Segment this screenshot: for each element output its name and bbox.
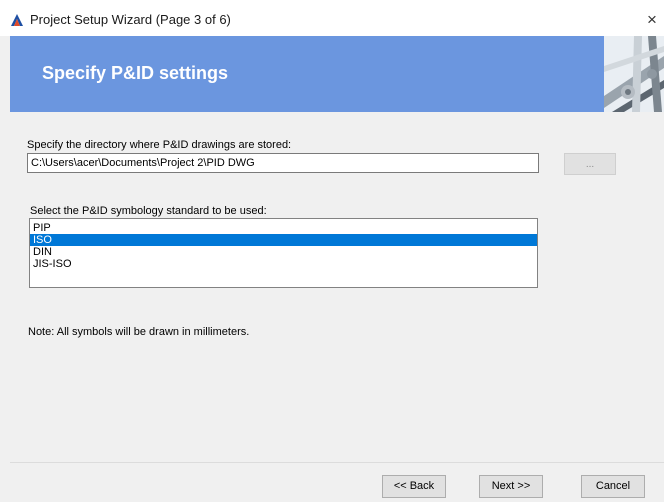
- symbology-label: Select the P&ID symbology standard to be…: [30, 205, 267, 217]
- browse-button[interactable]: ...: [564, 153, 616, 175]
- symbology-list[interactable]: PIP ISO DIN JIS-ISO: [29, 218, 538, 288]
- list-item-din[interactable]: DIN: [30, 246, 537, 258]
- close-button[interactable]: ×: [640, 8, 664, 32]
- title-bar: Project Setup Wizard (Page 3 of 6) ×: [0, 0, 664, 36]
- page-title: Specify P&ID settings: [42, 63, 229, 83]
- note-text: Note: All symbols will be drawn in milli…: [28, 326, 250, 338]
- directory-label: Specify the directory where P&ID drawing…: [27, 139, 292, 151]
- next-button[interactable]: Next >>: [479, 475, 543, 498]
- list-item-jis-iso[interactable]: JIS-ISO: [30, 258, 537, 270]
- back-button[interactable]: << Back: [382, 475, 446, 498]
- cancel-button[interactable]: Cancel: [581, 475, 645, 498]
- list-item-iso[interactable]: ISO: [30, 234, 537, 246]
- directory-input[interactable]: C:\Users\acer\Documents\Project 2\PID DW…: [27, 153, 539, 173]
- footer-divider: [10, 462, 664, 463]
- autocad-logo-icon: [11, 14, 23, 26]
- window-title: Project Setup Wizard (Page 3 of 6): [30, 12, 231, 27]
- pipes-banner-image: [604, 36, 664, 112]
- close-icon: ×: [647, 10, 657, 29]
- wizard-window: Project Setup Wizard (Page 3 of 6) × Spe…: [0, 0, 664, 502]
- header-banner: Specify P&ID settings: [10, 36, 664, 112]
- list-item-pip[interactable]: PIP: [30, 222, 537, 234]
